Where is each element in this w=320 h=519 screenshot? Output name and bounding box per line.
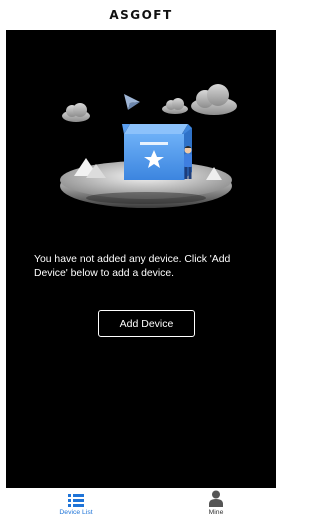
nav-item-mine[interactable]: Mine bbox=[176, 488, 256, 519]
cloud-left-icon bbox=[62, 103, 90, 122]
device-box-icon bbox=[122, 124, 192, 180]
app-header: ASGOFT bbox=[0, 0, 282, 30]
cloud-right-small-icon bbox=[162, 98, 188, 114]
device-list-panel: You have not added any device. Click 'Ad… bbox=[6, 30, 276, 488]
empty-state-message: You have not added any device. Click 'Ad… bbox=[34, 254, 231, 279]
cloud-right-large-icon bbox=[191, 84, 237, 115]
brand-logo: ASGOFT bbox=[109, 8, 173, 22]
nav-label-mine: Mine bbox=[208, 509, 224, 516]
nav-label-device-list: Device List bbox=[59, 509, 93, 516]
nav-item-device-list[interactable]: Device List bbox=[36, 488, 116, 519]
person-icon bbox=[209, 488, 223, 507]
empty-state-illustration bbox=[60, 84, 237, 208]
list-icon bbox=[68, 488, 84, 507]
bottom-navigation: Device List Mine bbox=[0, 488, 282, 519]
add-device-button[interactable]: Add Device bbox=[98, 310, 195, 337]
paper-plane-icon bbox=[124, 94, 140, 110]
